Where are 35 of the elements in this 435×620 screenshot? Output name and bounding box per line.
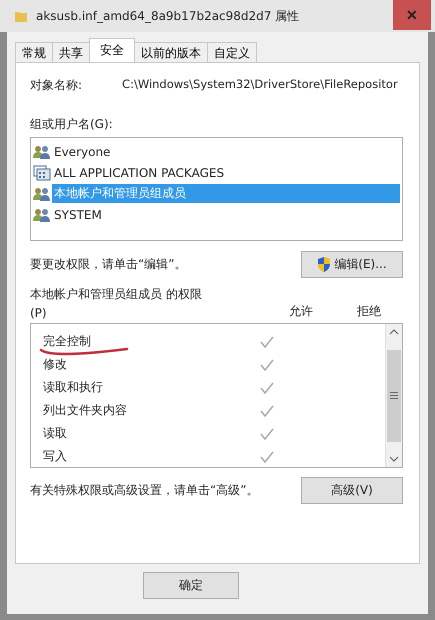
permissions-label: 本地帐户和管理员组成员 的权限 bbox=[30, 286, 203, 303]
object-name-value: C:\Windows\System32\DriverStore\FileRepositor bbox=[122, 77, 398, 93]
group-item[interactable]: Everyone bbox=[52, 144, 400, 160]
window-title: aksusb.inf_amd64_8a9b17b2ac98d2d7 属性 bbox=[36, 8, 300, 24]
users-icon bbox=[33, 206, 51, 222]
group-item[interactable]: SYSTEM bbox=[52, 206, 400, 222]
users-icon bbox=[33, 144, 51, 160]
grip-icon bbox=[390, 392, 398, 399]
permission-name: 读取 bbox=[43, 426, 67, 440]
scrollbar[interactable] bbox=[385, 324, 402, 467]
object-name-label: 对象名称: bbox=[30, 77, 82, 94]
dialog-button[interactable]: 确定 bbox=[143, 572, 239, 599]
groups-label: 组或用户名(G): bbox=[30, 116, 114, 133]
advanced-hint: 有关特殊权限或高级设置，请单击“高级”。 bbox=[30, 482, 258, 499]
column-header: 拒绝 bbox=[356, 303, 382, 320]
shield-icon bbox=[317, 257, 332, 272]
users-icon bbox=[33, 186, 51, 202]
tab[interactable]: 自定义 bbox=[207, 42, 257, 62]
permissions-label-suffix: (P) bbox=[30, 306, 48, 320]
permission-name: 写入 bbox=[43, 449, 67, 463]
close-button[interactable]: ✕ bbox=[393, 0, 431, 30]
advanced-button[interactable]: 高级(V) bbox=[301, 477, 403, 504]
tab[interactable]: 共享 bbox=[52, 42, 90, 62]
edit-hint: 要更改权限，请单击“编辑”。 bbox=[30, 256, 186, 273]
tab[interactable]: 安全 bbox=[89, 38, 135, 62]
edit-button[interactable]: 编辑(E)... bbox=[301, 251, 403, 278]
permission-name: 列出文件夹内容 bbox=[43, 403, 127, 417]
group-item[interactable]: ALL APPLICATION PACKAGES bbox=[52, 164, 400, 180]
packages-icon bbox=[33, 164, 51, 180]
permission-name: 读取和执行 bbox=[43, 380, 103, 394]
permission-name: 修改 bbox=[43, 357, 67, 371]
column-header: 允许 bbox=[288, 303, 314, 320]
permission-name: 完全控制 bbox=[43, 334, 91, 348]
tab[interactable]: 常规 bbox=[15, 42, 53, 62]
folder-icon bbox=[14, 9, 28, 23]
